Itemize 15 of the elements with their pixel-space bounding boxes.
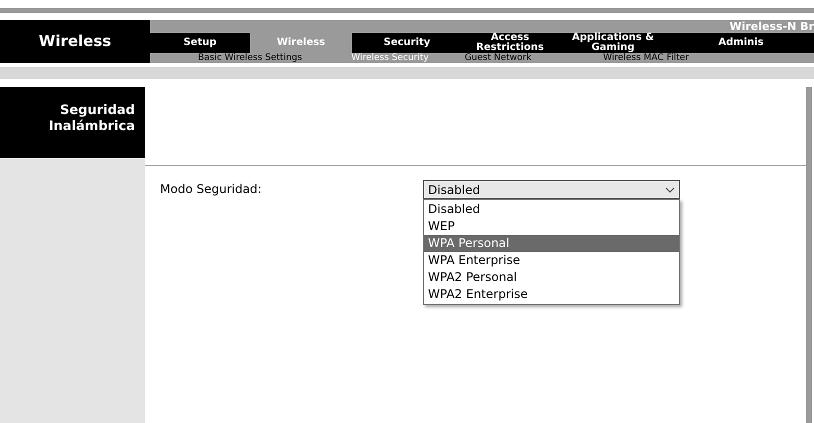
dropdown-option[interactable]: WPA Personal <box>424 235 679 252</box>
dropdown-option[interactable]: WPA2 Enterprise <box>424 286 679 303</box>
sub-tab[interactable]: Wireless MAC Filter <box>546 54 746 62</box>
dropdown-option[interactable]: WPA2 Personal <box>424 269 679 286</box>
product-name: Wireless-N Br <box>729 21 814 32</box>
field-label: Modo Seguridad: <box>160 181 263 198</box>
chevron-down-icon <box>665 186 675 192</box>
dropdown-option[interactable]: WEP <box>424 218 679 235</box>
sidebar-heading: Seguridad Inalámbrica <box>0 87 145 158</box>
dropdown-option[interactable]: Disabled <box>424 201 679 218</box>
dropdown-option[interactable]: WPA Enterprise <box>424 252 679 269</box>
sub-tab[interactable]: Basic Wireless Settings <box>170 54 330 62</box>
sub-tab[interactable]: Guest Network <box>450 54 546 62</box>
section-title: Wireless <box>0 20 150 63</box>
security-mode-select[interactable]: Disabled <box>423 180 680 199</box>
